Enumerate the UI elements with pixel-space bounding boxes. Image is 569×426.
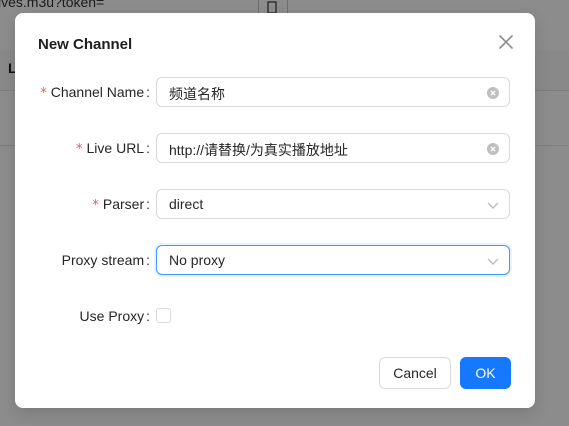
use-proxy-label: Use Proxy: — [80, 308, 150, 324]
ok-button[interactable]: OK — [460, 357, 511, 389]
form-row-use-proxy: Use Proxy: — [15, 301, 535, 333]
form-row-parser: * Parser: direct — [15, 189, 535, 221]
cancel-button[interactable]: Cancel — [379, 357, 451, 389]
parser-label: * Parser: — [92, 196, 150, 213]
close-button[interactable] — [495, 31, 517, 53]
label-colon: : — [146, 196, 150, 212]
required-mark: * — [92, 198, 99, 213]
use-proxy-checkbox[interactable] — [156, 308, 171, 323]
live-url-input[interactable]: http://请替换/为真实播放地址 — [156, 133, 510, 163]
proxy-stream-value: No proxy — [169, 252, 226, 268]
parser-select[interactable]: direct — [156, 189, 510, 219]
proxy-stream-select[interactable]: No proxy — [156, 245, 510, 275]
new-channel-dialog: New Channel * Channel Name: 频道名称 * Live UR… — [15, 13, 535, 408]
clear-icon[interactable] — [487, 143, 499, 155]
clear-icon[interactable] — [487, 87, 499, 99]
label-colon: : — [146, 140, 150, 156]
form-row-live-url: * Live URL: http://请替换/为真实播放地址 — [15, 133, 535, 165]
label-colon: : — [146, 84, 150, 100]
live-url-label-text: Live URL — [86, 140, 145, 156]
required-mark: * — [76, 142, 83, 157]
live-url-label: * Live URL: — [76, 140, 150, 157]
label-colon: : — [146, 252, 150, 268]
form-row-proxy-stream: Proxy stream: No proxy — [15, 245, 535, 277]
chevron-down-icon — [487, 202, 499, 209]
form-row-channel-name: * Channel Name: 频道名称 — [15, 77, 535, 109]
label-colon: : — [146, 308, 150, 324]
parser-value: direct — [169, 196, 204, 212]
required-mark: * — [40, 86, 47, 101]
channel-name-input[interactable]: 频道名称 — [156, 77, 510, 107]
parser-label-text: Parser — [102, 196, 145, 212]
close-icon — [499, 35, 513, 49]
channel-name-label: * Channel Name: — [40, 84, 150, 101]
chevron-down-icon — [487, 258, 499, 265]
dialog-title: New Channel — [38, 36, 133, 53]
use-proxy-label-text: Use Proxy — [79, 308, 145, 324]
channel-name-label-text: Channel Name — [50, 84, 145, 100]
proxy-stream-label-text: Proxy stream — [61, 252, 145, 268]
channel-name-value: 频道名称 — [169, 86, 225, 102]
live-url-value: http://请替换/为真实播放地址 — [169, 142, 348, 158]
proxy-stream-label: Proxy stream: — [62, 252, 150, 268]
